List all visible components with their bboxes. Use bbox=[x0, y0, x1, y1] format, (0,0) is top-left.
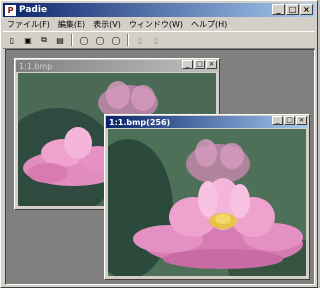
padie-app-icon[interactable]: P bbox=[5, 4, 16, 16]
menu-window[interactable]: ウィンドウ(W) bbox=[129, 19, 183, 30]
toolbar: ▯ ▣ ⧉ ▤ ◯ ◯ ◯ ▯ ▯ bbox=[3, 31, 315, 49]
copy-image-icon[interactable]: ⧉ bbox=[37, 34, 51, 47]
disabled-tool-icon-1: ▯ bbox=[137, 35, 143, 45]
maximize-button[interactable]: □ bbox=[284, 116, 295, 125]
lotus-photo-front bbox=[108, 129, 306, 276]
app-window-controls: _ □ × bbox=[272, 4, 313, 15]
menu-help[interactable]: ヘルプ(H) bbox=[191, 19, 227, 30]
image-window-front-controls: _ □ × bbox=[272, 116, 307, 125]
close-button[interactable]: × bbox=[300, 4, 313, 15]
image-window-back-controls: _ □ × bbox=[182, 60, 217, 69]
menu-view[interactable]: 表示(V) bbox=[93, 19, 121, 30]
new-file-icon[interactable]: ▯ bbox=[5, 34, 19, 47]
menu-edit[interactable]: 編集(E) bbox=[58, 19, 85, 30]
maximize-button[interactable]: □ bbox=[194, 60, 205, 69]
close-button[interactable]: × bbox=[206, 60, 217, 69]
circle-tool-icon-1[interactable]: ◯ bbox=[77, 34, 91, 47]
open-image-icon[interactable]: ▣ bbox=[21, 34, 35, 47]
disabled-tool-icon-2: ▯ bbox=[153, 35, 159, 45]
app-titlebar[interactable]: P Padie _ □ × bbox=[3, 3, 315, 17]
minimize-button[interactable]: _ bbox=[272, 116, 283, 125]
close-button[interactable]: × bbox=[296, 116, 307, 125]
paste-image-icon[interactable]: ▤ bbox=[53, 34, 67, 47]
app-title: Padie bbox=[19, 5, 48, 15]
maximize-button[interactable]: □ bbox=[286, 4, 299, 15]
circle-tool-icon-3[interactable]: ◯ bbox=[109, 34, 123, 47]
circle-tool-icon-2[interactable]: ◯ bbox=[93, 34, 107, 47]
toolbar-separator bbox=[71, 34, 73, 46]
toolbar-separator bbox=[127, 34, 129, 46]
menu-bar: ファイル(F) 編集(E) 表示(V) ウィンドウ(W) ヘルプ(H) bbox=[3, 18, 315, 30]
image-window-front-title: 1:1.bmp(256) bbox=[109, 117, 171, 127]
minimize-button[interactable]: _ bbox=[272, 4, 285, 15]
image-window-back-title: 1:1.bmp bbox=[19, 61, 53, 71]
mdi-workspace: 1:1.bmp _ □ × 1:1.bmp(256) _ □ × bbox=[5, 49, 315, 285]
image-window-front[interactable]: 1:1.bmp(256) _ □ × bbox=[104, 114, 310, 280]
image-canvas-front[interactable] bbox=[108, 129, 306, 276]
menu-file[interactable]: ファイル(F) bbox=[7, 19, 50, 30]
minimize-button[interactable]: _ bbox=[182, 60, 193, 69]
padie-app-window: P Padie _ □ × ファイル(F) 編集(E) 表示(V) ウィンドウ(… bbox=[0, 0, 318, 288]
